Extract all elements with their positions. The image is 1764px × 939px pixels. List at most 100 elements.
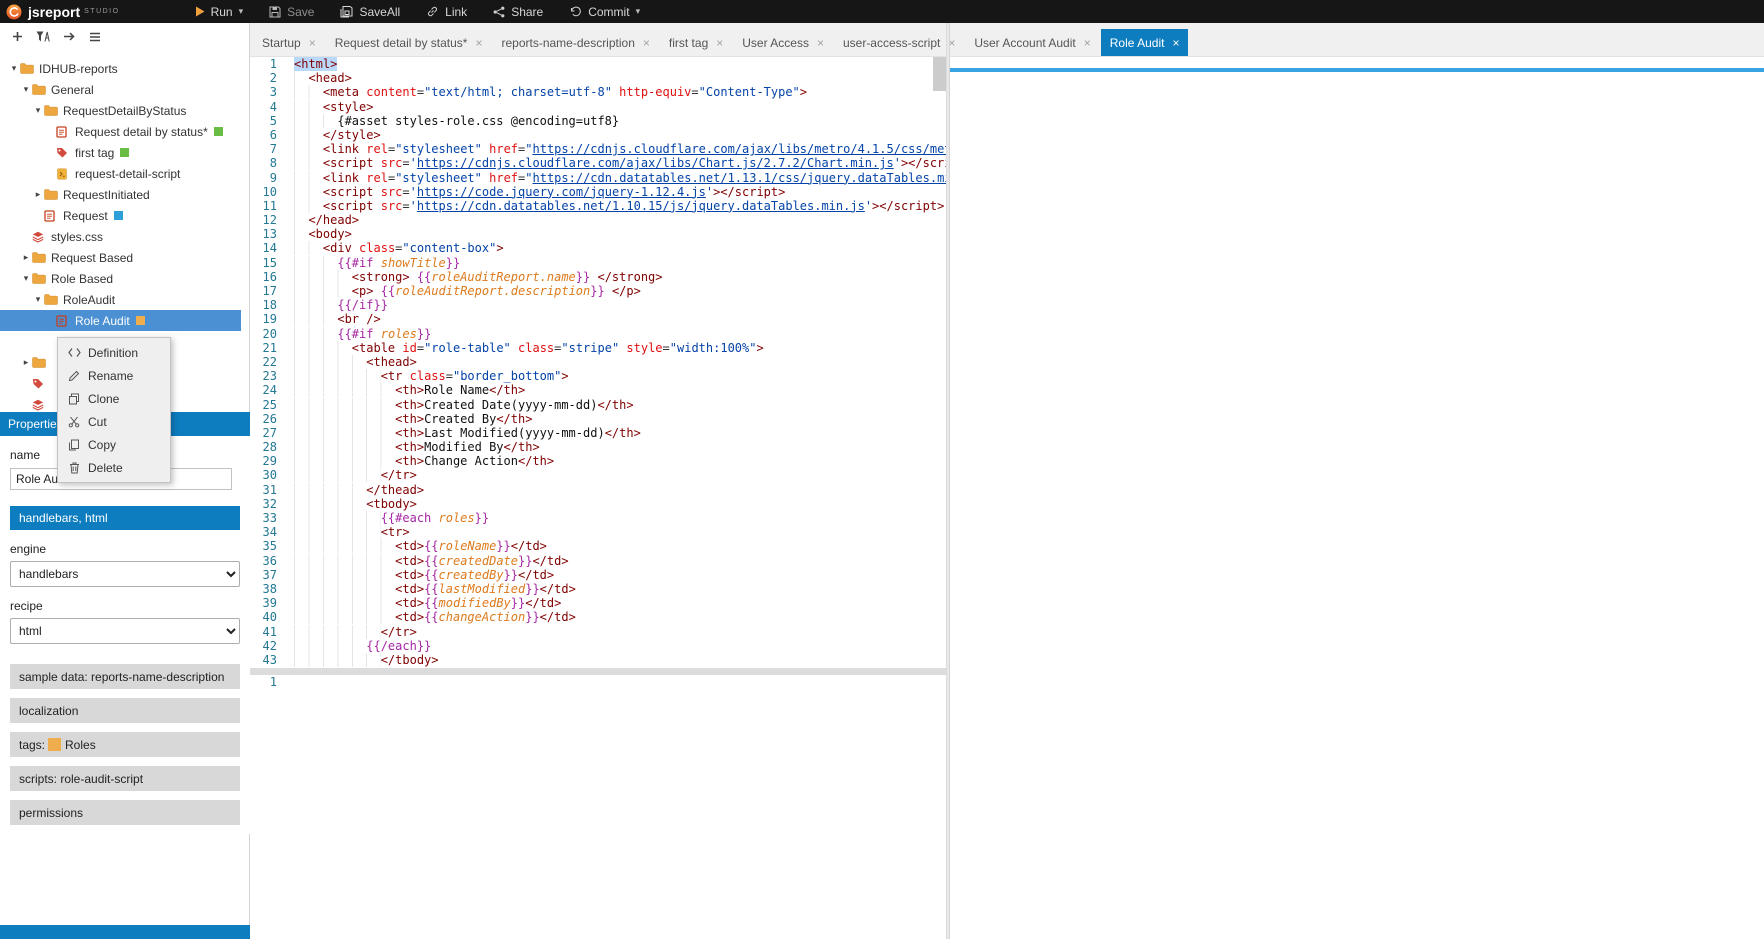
- code-line: 16 <strong> {{roleAuditReport.name}} </s…: [250, 270, 946, 284]
- menu-item-clone[interactable]: Clone: [58, 387, 170, 410]
- section-sample-data-reports-name-description[interactable]: sample data: reports-name-description: [10, 664, 240, 689]
- chevron-expanded-icon[interactable]: ▾: [8, 63, 20, 74]
- tree-item-general[interactable]: ▾ General: [0, 79, 241, 100]
- tab-reports-name-description[interactable]: reports-name-description ×: [492, 29, 658, 56]
- folder-icon: [44, 294, 60, 305]
- tab-user-access[interactable]: User Access×: [733, 29, 833, 56]
- tab-startup[interactable]: Startup×: [253, 29, 325, 56]
- menu-item-copy[interactable]: Copy: [58, 433, 170, 456]
- line-number: 30: [250, 468, 294, 482]
- engine-label: engine: [10, 542, 240, 556]
- tree-item-request-detail-by-status[interactable]: Request detail by status*: [0, 121, 241, 142]
- tab-user-account-audit[interactable]: User Account Audit×: [965, 29, 1099, 56]
- chevron-collapsed-icon[interactable]: ▸: [20, 252, 32, 263]
- add-entity-button[interactable]: [12, 31, 23, 42]
- share-button[interactable]: Share: [480, 0, 556, 23]
- code-line: 30 </tr>: [250, 468, 946, 482]
- editor-scrollbar-thumb[interactable]: [933, 57, 946, 91]
- save-all-button[interactable]: SaveAll: [327, 0, 413, 23]
- section-scripts-role-audit-script[interactable]: scripts: role-audit-script: [10, 766, 240, 791]
- chevron-expanded-icon[interactable]: ▾: [20, 273, 32, 284]
- close-icon[interactable]: ×: [716, 36, 723, 50]
- tree-item-roleaudit[interactable]: ▾RoleAudit: [0, 289, 241, 310]
- topbar-menu: Run▾Save SaveAll LinkShareCommit▾: [182, 0, 654, 23]
- line-number: 43: [250, 653, 294, 667]
- locate-entity-button[interactable]: [63, 31, 76, 42]
- code-content: <p> {{roleAuditReport.description}} </p>: [294, 284, 641, 298]
- helpers-editor[interactable]: 1: [250, 675, 946, 939]
- code-line: 10 <script src='https://code.jquery.com/…: [250, 185, 946, 199]
- code-content: <thead>: [294, 355, 417, 369]
- code-content: </tbody>: [294, 653, 439, 667]
- context-menu: Definition Rename CloneCutCopyDelete: [57, 337, 171, 483]
- code-content: <tr>: [294, 525, 410, 539]
- menu-item-delete[interactable]: Delete: [58, 456, 170, 479]
- menu-item-definition[interactable]: Definition: [58, 341, 170, 364]
- code-icon: [67, 347, 81, 358]
- line-number: 32: [250, 497, 294, 511]
- close-icon[interactable]: ×: [475, 36, 482, 50]
- section-localization[interactable]: localization: [10, 698, 240, 723]
- tab-role-audit[interactable]: Role Audit×: [1101, 29, 1189, 56]
- chevron-expanded-icon[interactable]: ▾: [20, 84, 32, 95]
- close-icon[interactable]: ×: [817, 36, 824, 50]
- menu-item-cut[interactable]: Cut: [58, 410, 170, 433]
- tab-label: user-access-script: [843, 36, 940, 50]
- code-line: 23 <tr class="border_bottom">: [250, 369, 946, 383]
- entity-menu-button[interactable]: [89, 32, 101, 42]
- close-icon[interactable]: ×: [1172, 36, 1179, 50]
- section-tags-roles[interactable]: tags:Roles: [10, 732, 240, 757]
- section-label-prefix: tags:: [19, 738, 45, 752]
- engine-select[interactable]: handlebars: [10, 561, 240, 587]
- filter-by-tags-button[interactable]: [36, 31, 50, 42]
- template-type-bar[interactable]: handlebars, html: [10, 506, 240, 530]
- run-button[interactable]: Run▾: [182, 0, 257, 23]
- link-button[interactable]: Link: [413, 0, 480, 23]
- recipe-select[interactable]: html: [10, 618, 240, 644]
- code-content: {#asset styles-role.css @encoding=utf8}: [294, 114, 619, 128]
- tree-item-first-tag[interactable]: first tag: [0, 142, 241, 163]
- code-content: {{#if roles}}: [294, 327, 431, 341]
- code-content: <td>{{modifiedBy}}</td>: [294, 596, 561, 610]
- close-icon[interactable]: ×: [1084, 36, 1091, 50]
- tree-item-idhub-reports[interactable]: ▾IDHUB-reports: [0, 58, 241, 79]
- tree-item-label: Role Based: [51, 272, 113, 286]
- commit-button[interactable]: Commit▾: [556, 0, 653, 23]
- code-content: <td>{{lastModified}}</td>: [294, 582, 576, 596]
- tab-label: reports-name-description: [501, 36, 634, 50]
- chevron-collapsed-icon[interactable]: ▸: [32, 189, 44, 200]
- tree-item-label: General: [51, 83, 94, 97]
- chevron-collapsed-icon[interactable]: ▸: [20, 357, 32, 368]
- save-button[interactable]: Save: [256, 0, 327, 23]
- tree-item-request[interactable]: Request: [0, 205, 241, 226]
- section-permissions[interactable]: permissions: [10, 800, 240, 825]
- close-icon[interactable]: ×: [309, 36, 316, 50]
- tree-item-requestdetailbystatus[interactable]: ▾RequestDetailByStatus: [0, 100, 241, 121]
- jsreport-logo[interactable]: jsreport studio: [0, 4, 130, 20]
- tab-request-detail-by-status[interactable]: Request detail by status*×: [326, 29, 492, 56]
- tab-first-tag[interactable]: first tag×: [660, 29, 732, 56]
- menu-item-label: Rename: [88, 369, 133, 383]
- tree-item-requestinitiated[interactable]: ▸RequestInitiated: [0, 184, 241, 205]
- tree-item-role-based[interactable]: ▾ Role Based: [0, 268, 241, 289]
- chevron-expanded-icon[interactable]: ▾: [32, 105, 44, 116]
- code-content: <tr class="border_bottom">: [294, 369, 569, 383]
- tree-item-styles-css[interactable]: styles.css: [0, 226, 241, 247]
- menu-item-rename[interactable]: Rename: [58, 364, 170, 387]
- tree-item-request-detail-script[interactable]: request-detail-script: [0, 163, 241, 184]
- template-editor[interactable]: 1<html>2 <head>3 <meta content="text/htm…: [250, 57, 946, 668]
- close-icon[interactable]: ×: [643, 36, 650, 50]
- code-content: <script src='https://cdnjs.cloudflare.co…: [294, 156, 946, 170]
- line-number: 14: [250, 241, 294, 255]
- code-content: <td>{{changeAction}}</td>: [294, 610, 576, 624]
- tag-color-chip: [114, 211, 123, 220]
- helpers-split-handle[interactable]: [250, 668, 946, 675]
- code-content: <th>Last Modified(yyyy-mm-dd)</th>: [294, 426, 641, 440]
- tab-user-access-script[interactable]: user-access-script×: [834, 29, 964, 56]
- code-content: <link rel="stylesheet" href="https://cdn…: [294, 171, 946, 185]
- chevron-expanded-icon[interactable]: ▾: [32, 294, 44, 305]
- line-number: 1: [250, 57, 294, 71]
- tree-item-request-based[interactable]: ▸Request Based: [0, 247, 241, 268]
- save-all-label: SaveAll: [359, 5, 400, 19]
- tree-item-role-audit[interactable]: Role Audit: [0, 310, 241, 331]
